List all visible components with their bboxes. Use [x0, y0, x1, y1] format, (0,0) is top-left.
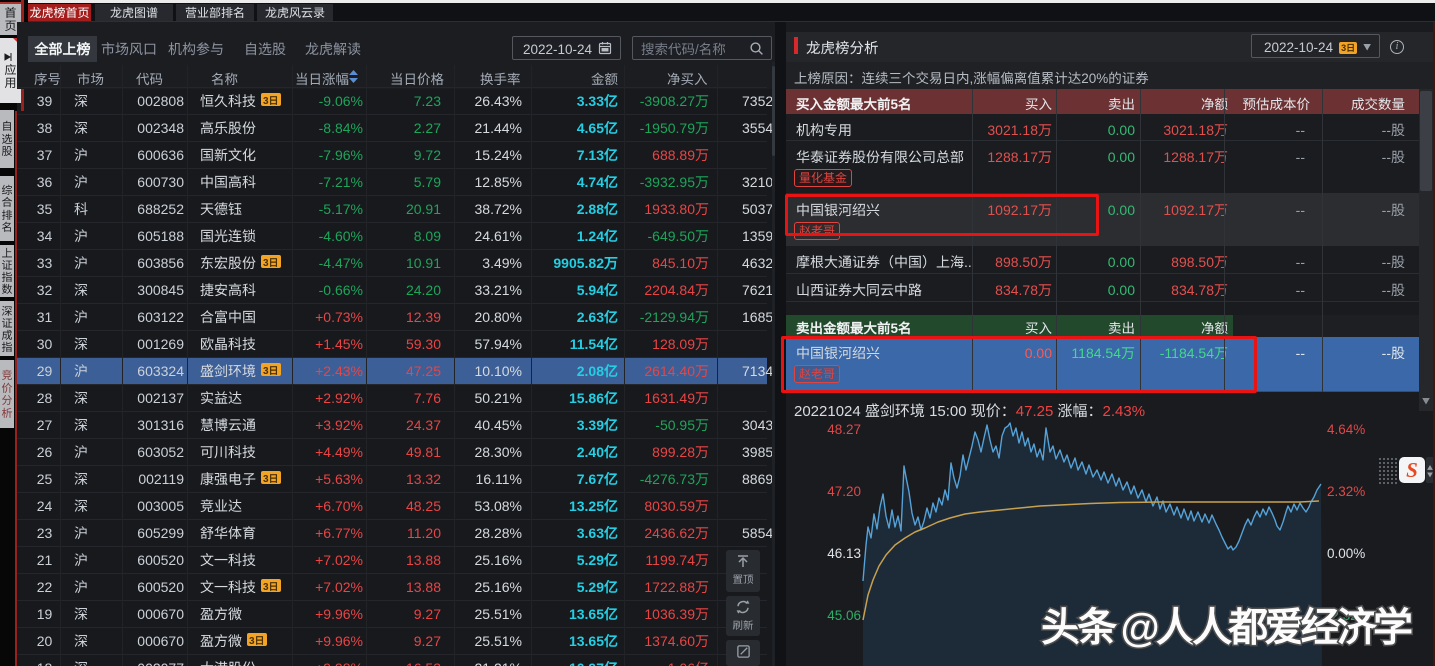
svg-text:头条 @人人都爱经济学: 头条 @人人都爱经济学	[1041, 595, 1413, 653]
